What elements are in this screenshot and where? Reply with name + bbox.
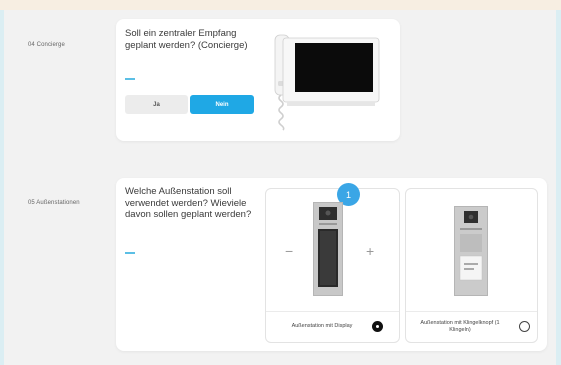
top-strip — [0, 0, 561, 10]
concierge-card: Soll ein zentraler Empfang geplant werde… — [116, 19, 400, 141]
decrement-button[interactable]: − — [285, 244, 293, 258]
option-footer: Außenstation mit Klingelknopf (1 Klingel… — [406, 311, 537, 342]
section-label-door-stations: 05 Außenstationen — [28, 200, 80, 206]
question-accent-line — [125, 252, 135, 254]
option-footer: Außenstation mit Display — [266, 311, 399, 342]
concierge-device-image — [274, 34, 380, 131]
option-label: Außenstation mit Display — [291, 323, 353, 329]
yes-button[interactable]: Ja — [125, 95, 188, 114]
right-edge-bar — [556, 10, 561, 365]
section-label-concierge: 04 Concierge — [28, 42, 65, 48]
left-edge-bar — [0, 10, 4, 365]
concierge-question: Soll ein zentraler Empfang geplant werde… — [125, 28, 248, 51]
no-button[interactable]: Nein — [190, 95, 254, 114]
option-door-station-bell[interactable]: Außenstation mit Klingelknopf (1 Klingel… — [405, 188, 538, 343]
option-door-station-display[interactable]: 1 − + Außenstation mit Display — [265, 183, 400, 343]
door-station-display-image — [313, 202, 343, 296]
option-radio-unselected[interactable] — [519, 321, 530, 332]
increment-button[interactable]: + — [366, 244, 374, 258]
option-radio-selected[interactable] — [372, 321, 383, 332]
door-station-bell-image — [454, 206, 488, 296]
question-accent-line — [125, 78, 135, 80]
option-label: Außenstation mit Klingelknopf (1 Klingel… — [420, 320, 500, 333]
door-stations-question: Welche Außenstation soll verwendet werde… — [125, 186, 252, 220]
door-stations-card: Welche Außenstation soll verwendet werde… — [116, 178, 547, 351]
